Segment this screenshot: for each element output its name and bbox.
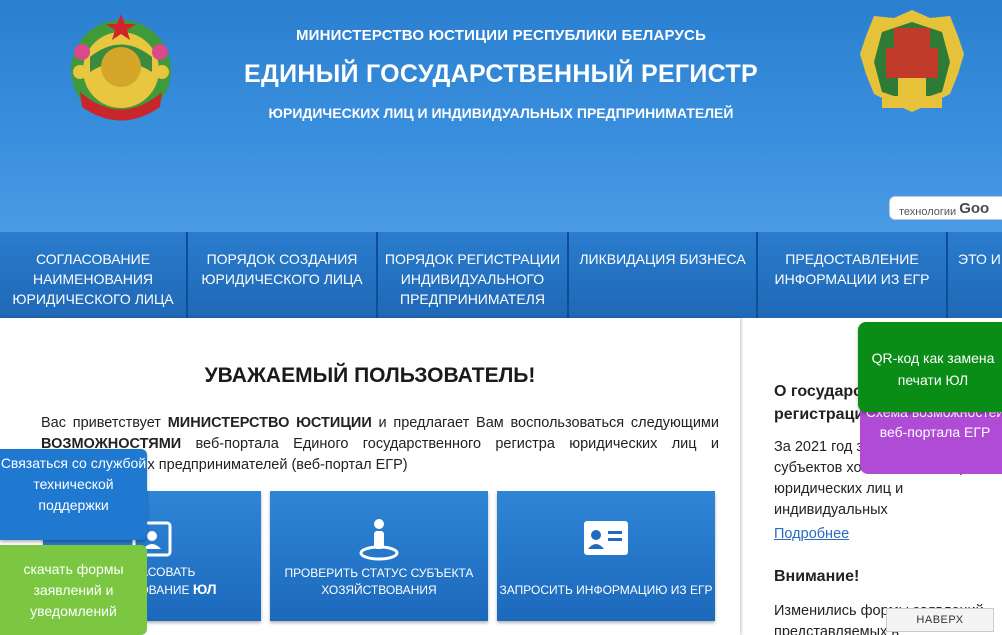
tile-check-status[interactable]: ПРОВЕРИТЬ СТАТУС СУБЪЕКТА ХОЗЯЙСТВОВАНИЯ	[270, 491, 488, 621]
more-link[interactable]: Подробнее	[774, 526, 849, 542]
greeting-heading: УВАЖАЕМЫЙ ПОЛЬЗОВАТЕЛЬ!	[204, 364, 536, 387]
nav-item-liquidation[interactable]: ЛИКВИДАЦИЯ БИЗНЕСА	[569, 232, 758, 318]
page-title: ЕДИНЫЙ ГОСУДАРСТВЕННЫЙ РЕГИСТР	[244, 60, 758, 88]
page-subtitle: ЮРИДИЧЕСКИХ ЛИЦ И ИНДИВИДУАЛЬНЫХ ПРЕДПРИ…	[268, 105, 734, 121]
support-button[interactable]: Связаться со службой технической поддерж…	[0, 449, 147, 540]
nav-item-more[interactable]: ЭТО И	[948, 232, 1002, 318]
ministry-name: МИНИСТЕРСТВО ЮСТИЦИИ РЕСПУБЛИКИ БЕЛАРУСЬ	[295, 27, 707, 44]
search-prefix: технологии	[899, 206, 957, 218]
nav-item-info-egr[interactable]: ПРЕДОСТАВЛЕНИЕ ИНФОРМАЦИИ ИЗ ЕГР	[758, 232, 948, 318]
main-nav: СОГЛАСОВАНИЕ НАИМЕНОВАНИЯ ЮРИДИЧЕСКОГО Л…	[0, 232, 1002, 318]
download-forms-button[interactable]: скачать формы заявлений и уведомлений	[0, 545, 147, 635]
tile-request-info[interactable]: ЗАПРОСИТЬ ИНФОРМАЦИЮ ИЗ ЕГР	[497, 491, 715, 621]
qr-code-button[interactable]: QR-код как замена печати ЮЛ	[858, 322, 1002, 412]
tile-label-2-bold: ЮЛ	[192, 581, 217, 597]
google-brand: Goo	[959, 200, 990, 217]
warning-heading: Внимание!	[774, 568, 860, 585]
nav-item-register-ie[interactable]: ПОРЯДОК РЕГИСТРАЦИИ ИНДИВИДУАЛЬНОГО ПРЕД…	[378, 232, 569, 318]
intro-ministry: МИНИСТЕРСТВО ЮСТИЦИИ	[167, 415, 372, 431]
ministry-badge-icon	[860, 10, 964, 112]
intro-part-2: и предлагает Вам воспользоваться следующ…	[371, 415, 720, 431]
person-location-icon	[359, 519, 399, 561]
intro-part-1: Вас приветствует	[41, 415, 168, 431]
nav-item-create-entity[interactable]: ПОРЯДОК СОЗДАНИЯ ЮРИДИЧЕСКОГО ЛИЦА	[188, 232, 378, 318]
document-id-icon	[584, 521, 628, 555]
tile-label: ПРОВЕРИТЬ СТАТУС СУБЪЕКТА ХОЗЯЙСТВОВАНИЯ	[284, 566, 474, 597]
google-search-box[interactable]: технологии Goo	[889, 196, 1002, 220]
tile-label: ЗАПРОСИТЬ ИНФОРМАЦИЮ ИЗ ЕГР	[499, 583, 713, 597]
nav-item-name-approval[interactable]: СОГЛАСОВАНИЕ НАИМЕНОВАНИЯ ЮРИДИЧЕСКОГО Л…	[0, 232, 188, 318]
site-header: МИНИСТЕРСТВО ЮСТИЦИИ РЕСПУБЛИКИ БЕЛАРУСЬ…	[0, 0, 1002, 232]
scroll-top-button[interactable]: НАВЕРХ	[886, 608, 994, 632]
